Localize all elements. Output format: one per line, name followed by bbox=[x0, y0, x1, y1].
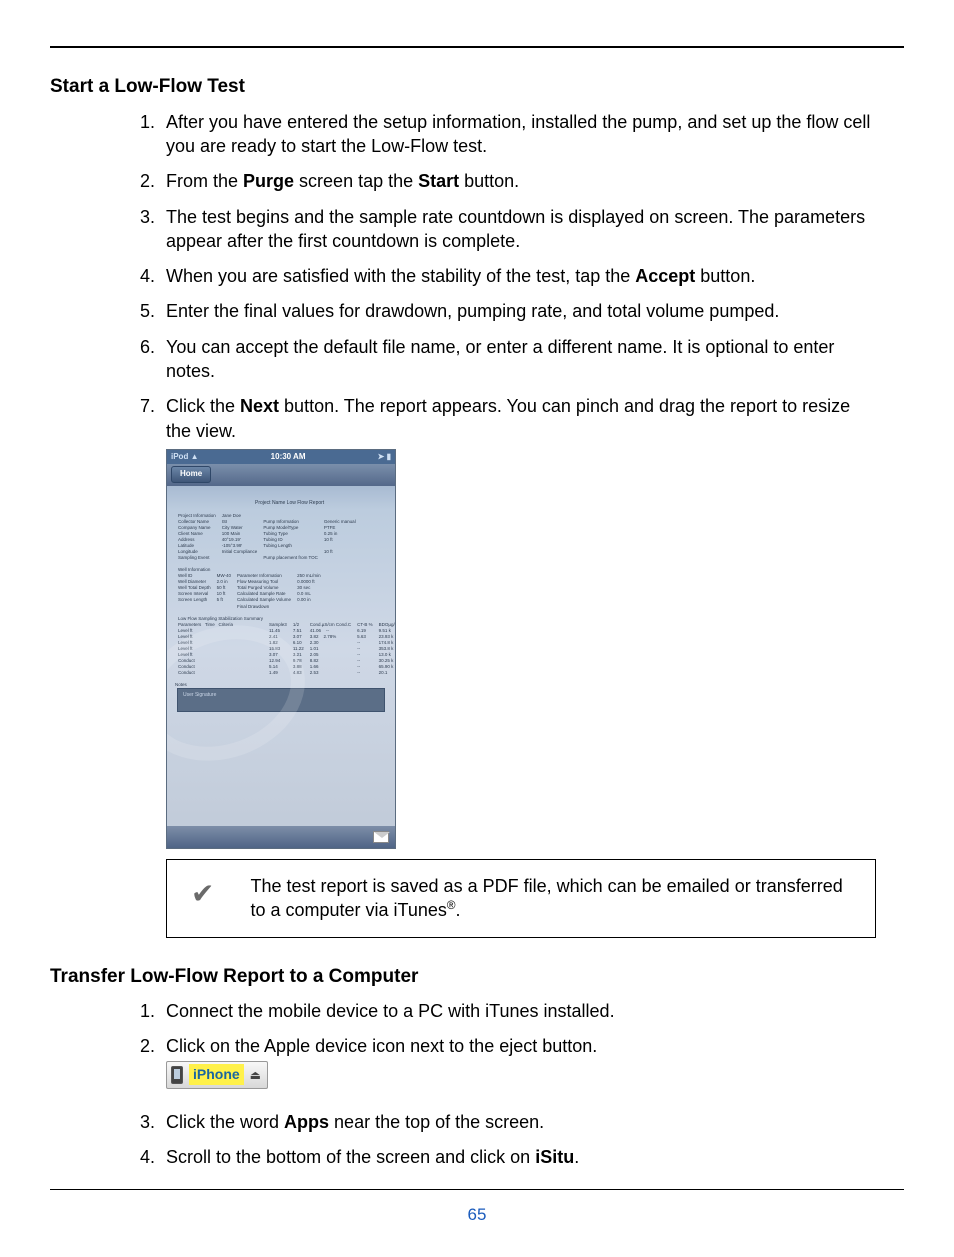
carrier-label: iPod ▲ bbox=[171, 452, 199, 463]
tstep-1: Connect the mobile device to a PC with i… bbox=[160, 999, 876, 1023]
step-1: After you have entered the setup informa… bbox=[160, 110, 876, 159]
tstep-4: Scroll to the bottom of the screen and c… bbox=[160, 1145, 876, 1169]
step-5: Enter the final values for drawdown, pum… bbox=[160, 299, 876, 323]
home-button[interactable]: Home bbox=[171, 466, 211, 483]
step-2: From the Purge screen tap the Start butt… bbox=[160, 169, 876, 193]
transfer-report-steps: Connect the mobile device to a PC with i… bbox=[120, 999, 904, 1169]
section-heading-transfer-report: Transfer Low-Flow Report to a Computer bbox=[50, 964, 904, 990]
tstep-3: Click the word Apps near the top of the … bbox=[160, 1110, 876, 1134]
page-number: 65 bbox=[50, 1204, 904, 1227]
eject-icon[interactable]: ⏏ bbox=[250, 1067, 261, 1083]
wifi-icon: ▲ bbox=[191, 452, 199, 461]
status-bar: iPod ▲ 10:30 AM ➤ ▮ bbox=[167, 450, 395, 464]
section-heading-start-low-flow: Start a Low-Flow Test bbox=[50, 74, 904, 100]
mail-icon[interactable] bbox=[373, 831, 389, 843]
bottom-toolbar bbox=[167, 826, 395, 848]
device-label: iPhone bbox=[189, 1064, 244, 1085]
step-6: You can accept the default file name, or… bbox=[160, 335, 876, 384]
ipod-screenshot: iPod ▲ 10:30 AM ➤ ▮ Home Project Name Lo… bbox=[166, 449, 396, 849]
step-4: When you are satisfied with the stabilit… bbox=[160, 264, 876, 288]
callout-text: The test report is saved as a PDF file, … bbox=[250, 874, 857, 923]
battery-icon: ➤ ▮ bbox=[378, 452, 391, 463]
start-low-flow-steps: After you have entered the setup informa… bbox=[120, 110, 904, 938]
info-callout: ✔ The test report is saved as a PDF file… bbox=[166, 859, 876, 938]
nav-bar: Home bbox=[167, 464, 395, 486]
iphone-device-badge[interactable]: iPhone ⏏ bbox=[166, 1061, 268, 1089]
step-7: Click the Next button. The report appear… bbox=[160, 394, 876, 937]
tstep-2: Click on the Apple device icon next to t… bbox=[160, 1034, 876, 1098]
step-3: The test begins and the sample rate coun… bbox=[160, 205, 876, 254]
phone-icon bbox=[171, 1066, 183, 1084]
checkmark-icon: ✔ bbox=[191, 880, 214, 908]
status-time: 10:30 AM bbox=[271, 452, 306, 463]
